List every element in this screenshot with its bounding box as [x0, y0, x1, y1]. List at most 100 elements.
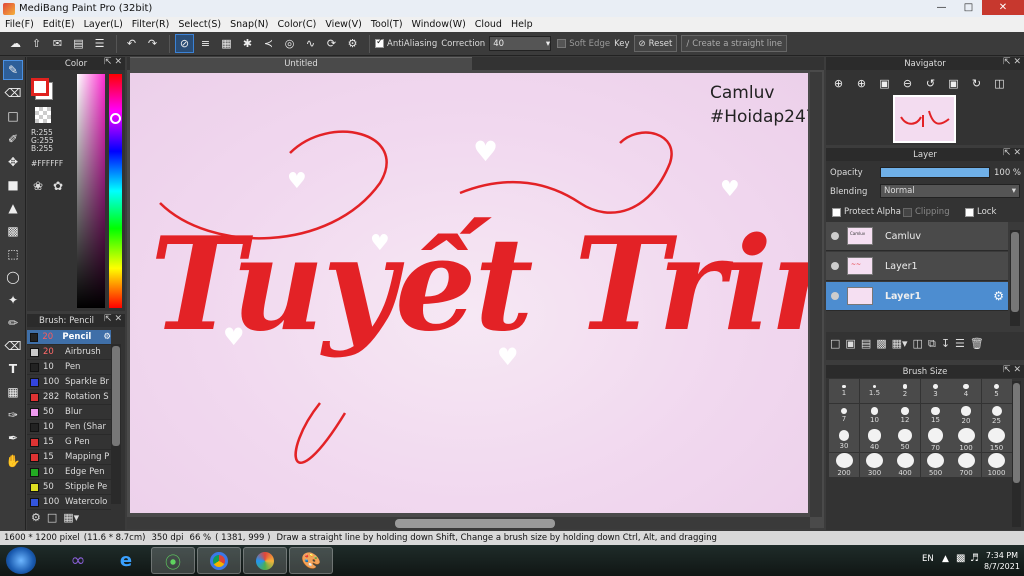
flip-icon[interactable]: ◫ [990, 74, 1009, 93]
horizontal-scroll-thumb[interactable] [395, 519, 555, 528]
merge-down-icon[interactable]: ↧ [941, 337, 950, 351]
brush-item-g-pen[interactable]: 15 G Pen [27, 435, 111, 450]
brush-list-scrollbar[interactable] [111, 344, 121, 504]
magic-wand-tool-icon[interactable]: ✦ [3, 290, 23, 310]
menu-layer[interactable]: Layer(L) [84, 19, 123, 30]
brush-size-option[interactable]: 70 [920, 428, 951, 452]
perspective-snap-icon[interactable]: ≺ [259, 34, 278, 53]
select-eraser-tool-icon[interactable]: ⌫ [3, 336, 23, 356]
list-icon[interactable]: ☰ [90, 34, 109, 53]
curve-snap-icon[interactable]: ∿ [301, 34, 320, 53]
eraser-tool-icon[interactable]: ⌫ [3, 83, 23, 103]
brush-size-option[interactable]: 150 [981, 428, 1012, 452]
chrome-icon[interactable] [197, 547, 241, 574]
parallel-snap-icon[interactable]: ≡ [196, 34, 215, 53]
menu-color[interactable]: Color(C) [278, 19, 317, 30]
brush-size-option[interactable]: 3 [920, 379, 951, 403]
brush-size-option[interactable]: 1000 [981, 452, 1012, 477]
brush-item-mapping-pen[interactable]: 15 Mapping P [27, 450, 111, 465]
vertical-scrollbar[interactable] [810, 72, 822, 517]
brush-size-option[interactable]: 500 [920, 452, 951, 477]
layer-item-layer1[interactable]: ~~ Layer1 [826, 252, 1008, 281]
settings-icon[interactable]: ⚙ [343, 34, 362, 53]
brush-size-option[interactable]: 12 [890, 403, 920, 428]
brush-size-option[interactable]: 5 [981, 379, 1012, 403]
language-indicator[interactable]: EN [922, 554, 934, 564]
redo-icon[interactable]: ↷ [143, 34, 162, 53]
reset-button[interactable]: ⊘ Reset [633, 35, 678, 52]
new-layer-8bit-icon[interactable]: ▣ [845, 337, 855, 351]
document-icon[interactable]: ▤ [69, 34, 88, 53]
divide-tool-icon[interactable]: ▦ [3, 382, 23, 402]
menu-view[interactable]: View(V) [325, 19, 361, 30]
gear-icon[interactable]: ⚙ [993, 289, 1004, 303]
soft-edge-checkbox[interactable] [557, 39, 567, 48]
layer-list-scrollbar[interactable] [1010, 230, 1020, 326]
network-icon[interactable]: ▩ [956, 553, 965, 564]
zoom-out-icon[interactable]: ⊖ [898, 74, 917, 93]
maximize-button[interactable]: □ [955, 0, 982, 15]
brush-item-watercolor[interactable]: 100 Watercolo [27, 495, 111, 510]
rotate-right-icon[interactable]: ↻ [967, 74, 986, 93]
brush-size-option[interactable]: 7 [829, 403, 859, 428]
panel-close-icon[interactable]: ⇱ ✕ [104, 57, 122, 67]
brush-size-scrollbar[interactable] [1012, 381, 1021, 527]
select-tool-icon[interactable]: ⬚ [3, 244, 23, 264]
bucket-tool-icon[interactable]: ▲ [3, 198, 23, 218]
brush-item-pen-sharp[interactable]: 10 Pen (Shar [27, 420, 111, 435]
gradient-tool-icon[interactable]: ▩ [3, 221, 23, 241]
brush-size-option[interactable]: 10 [859, 403, 890, 428]
brush-size-option[interactable]: 1 [829, 379, 859, 403]
menu-filter[interactable]: Filter(R) [132, 19, 170, 30]
brush-size-option[interactable]: 15 [920, 403, 951, 428]
menu-cloud[interactable]: Cloud [475, 19, 502, 30]
menu-snap[interactable]: Snap(N) [230, 19, 268, 30]
snap-off-icon[interactable]: ⊘ [175, 34, 194, 53]
color-picker-icon[interactable]: ✿ [53, 179, 63, 193]
foreground-color-swatch[interactable] [31, 78, 49, 96]
add-layer-menu-icon[interactable]: ▦▾ [892, 337, 908, 351]
menu-window[interactable]: Window(W) [412, 19, 466, 30]
brush-size-option[interactable]: 4 [951, 379, 981, 403]
hand-tool-icon[interactable]: ✋ [3, 451, 23, 471]
brush-item-pen[interactable]: 10 Pen [27, 360, 111, 375]
rotate-left-icon[interactable]: ↺ [921, 74, 940, 93]
brush-item-sparkle[interactable]: 100 Sparkle Br [27, 375, 111, 390]
cloud-icon[interactable]: ☁ [6, 34, 25, 53]
new-layer-icon[interactable]: □ [830, 337, 840, 351]
transparent-swatch[interactable] [35, 107, 51, 123]
lock-checkbox[interactable] [965, 207, 974, 217]
layer-item-layer1-selected[interactable]: Layer1 ⚙ [826, 282, 1008, 311]
palette-icon[interactable]: ❀ [33, 179, 43, 193]
brush-size-option[interactable]: 2 [890, 379, 920, 403]
pen-tool-icon[interactable]: ✒ [3, 428, 23, 448]
eyedropper-tool-icon[interactable]: ✑ [3, 405, 23, 425]
paint-icon[interactable]: 🎨 [289, 547, 333, 574]
brush-item-rotation[interactable]: 282 Rotation S [27, 390, 111, 405]
circle-snap-icon[interactable]: ◎ [280, 34, 299, 53]
internet-explorer-icon[interactable]: e [104, 547, 148, 574]
brush-size-option[interactable]: 100 [951, 428, 981, 452]
opacity-slider[interactable] [880, 167, 990, 178]
menu-tool[interactable]: Tool(T) [371, 19, 403, 30]
clipping-checkbox[interactable] [903, 207, 912, 217]
brush-item-pencil[interactable]: 20 Pencil ⚙ [27, 330, 111, 345]
layer-item-camluv[interactable]: Camluv Camluv [826, 222, 1008, 251]
brush-size-option[interactable]: 20 [951, 403, 981, 428]
panel-close-icon[interactable]: ⇱ ✕ [1003, 148, 1021, 158]
undo-icon[interactable]: ↶ [122, 34, 141, 53]
folder-icon[interactable]: ◫ [913, 337, 923, 351]
brush-size-option[interactable]: 50 [890, 428, 920, 452]
brush-size-option[interactable]: 700 [951, 452, 981, 477]
menu-select[interactable]: Select(S) [178, 19, 221, 30]
brush-item-edge-pen[interactable]: 10 Edge Pen [27, 465, 111, 480]
zoom-in-icon[interactable]: ⊕ [829, 74, 848, 93]
volume-icon[interactable]: ♬ [970, 553, 979, 564]
drawing-canvas[interactable]: ♥ ♥ ♥ ♥ ♥ ♥ Tuyết Trinh Camluv #Hoidap24… [130, 73, 808, 513]
layer-menu-icon[interactable]: ☰ [955, 337, 965, 351]
panel-close-icon[interactable]: ⇱ ✕ [104, 314, 122, 324]
brush-size-option[interactable]: 300 [859, 452, 890, 477]
menu-file[interactable]: File(F) [5, 19, 34, 30]
fullscreen-icon[interactable]: ▣ [944, 74, 963, 93]
lasso-tool-icon[interactable]: ◯ [3, 267, 23, 287]
